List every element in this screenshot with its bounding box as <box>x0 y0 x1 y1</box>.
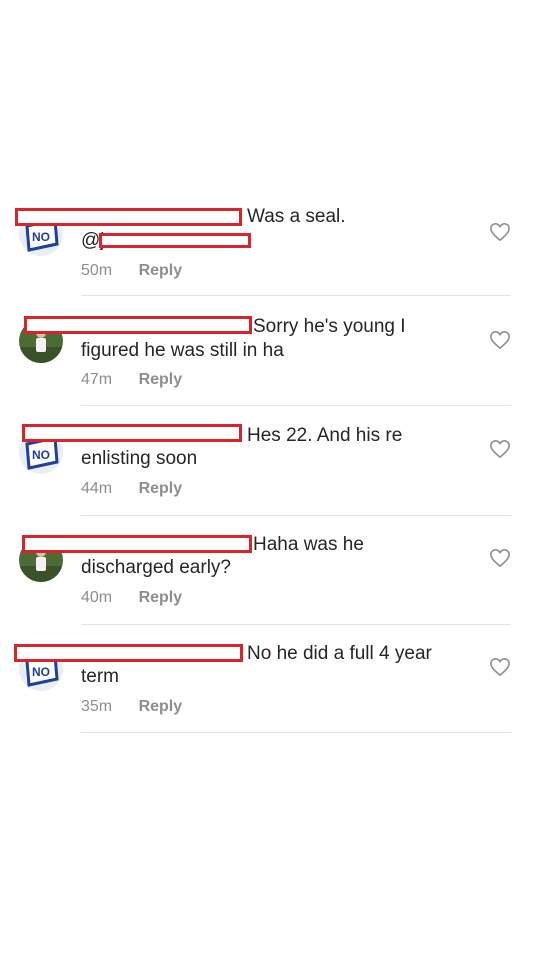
redacted-username <box>22 424 242 442</box>
comment-text-line2: discharged early? <box>81 557 231 578</box>
heart-outline-icon[interactable] <box>489 330 511 350</box>
comment-divider <box>81 732 511 733</box>
comment-text-line2: enlisting soon <box>81 448 198 469</box>
svg-text:NO: NO <box>32 448 50 462</box>
comment-text-line2: figured he was still in ha <box>81 340 284 361</box>
comment-item: NO Hes 22. And his re enlisting soon 44m… <box>0 420 539 529</box>
comment-text-line1: No he did a full 4 year <box>247 643 432 664</box>
comment-text-line1: Sorry he's young I <box>253 316 406 337</box>
comment-text-line1: Was a seal. <box>247 206 346 227</box>
comment-divider <box>81 405 511 406</box>
comment-timestamp: 47m <box>81 371 113 388</box>
comment-timestamp: 40m <box>81 589 113 606</box>
comment-divider <box>81 295 511 296</box>
comment-item: Haha was he discharged early? 40m Reply <box>0 530 539 639</box>
redacted-mention <box>99 233 251 248</box>
svg-text:NO: NO <box>32 665 50 679</box>
redacted-username <box>15 208 242 226</box>
svg-text:NO: NO <box>32 230 50 244</box>
redacted-username <box>14 644 243 662</box>
comment-divider <box>81 515 511 516</box>
heart-outline-icon[interactable] <box>489 657 511 677</box>
comment-timestamp: 44m <box>81 480 113 497</box>
comment-item: NO Was a seal. @j 50m Reply <box>0 200 539 309</box>
comment-meta: 40m Reply <box>81 589 182 607</box>
reply-button[interactable]: Reply <box>139 589 183 606</box>
comment-meta: 47m Reply <box>81 371 182 389</box>
heart-outline-icon[interactable] <box>489 222 511 242</box>
comment-text-line2: term <box>81 666 119 687</box>
reply-button[interactable]: Reply <box>139 371 183 388</box>
comment-item: NO No he did a full 4 year term 35m Repl… <box>0 639 539 748</box>
redacted-username <box>22 535 252 553</box>
comment-timestamp: 35m <box>81 698 113 715</box>
comment-meta: 35m Reply <box>81 698 182 716</box>
comment-item: Sorry he's young I figured he was still … <box>0 310 539 419</box>
heart-outline-icon[interactable] <box>489 439 511 459</box>
redacted-username <box>24 316 252 334</box>
reply-button[interactable]: Reply <box>139 698 183 715</box>
comment-text-line1: Haha was he <box>253 534 364 555</box>
reply-button[interactable]: Reply <box>139 480 183 497</box>
heart-outline-icon[interactable] <box>489 548 511 568</box>
comment-meta: 50m Reply <box>81 262 182 280</box>
reply-button[interactable]: Reply <box>139 262 183 279</box>
comment-text-line1: Hes 22. And his re <box>247 425 403 446</box>
comment-divider <box>81 624 511 625</box>
comment-timestamp: 50m <box>81 262 113 279</box>
comment-meta: 44m Reply <box>81 480 182 498</box>
